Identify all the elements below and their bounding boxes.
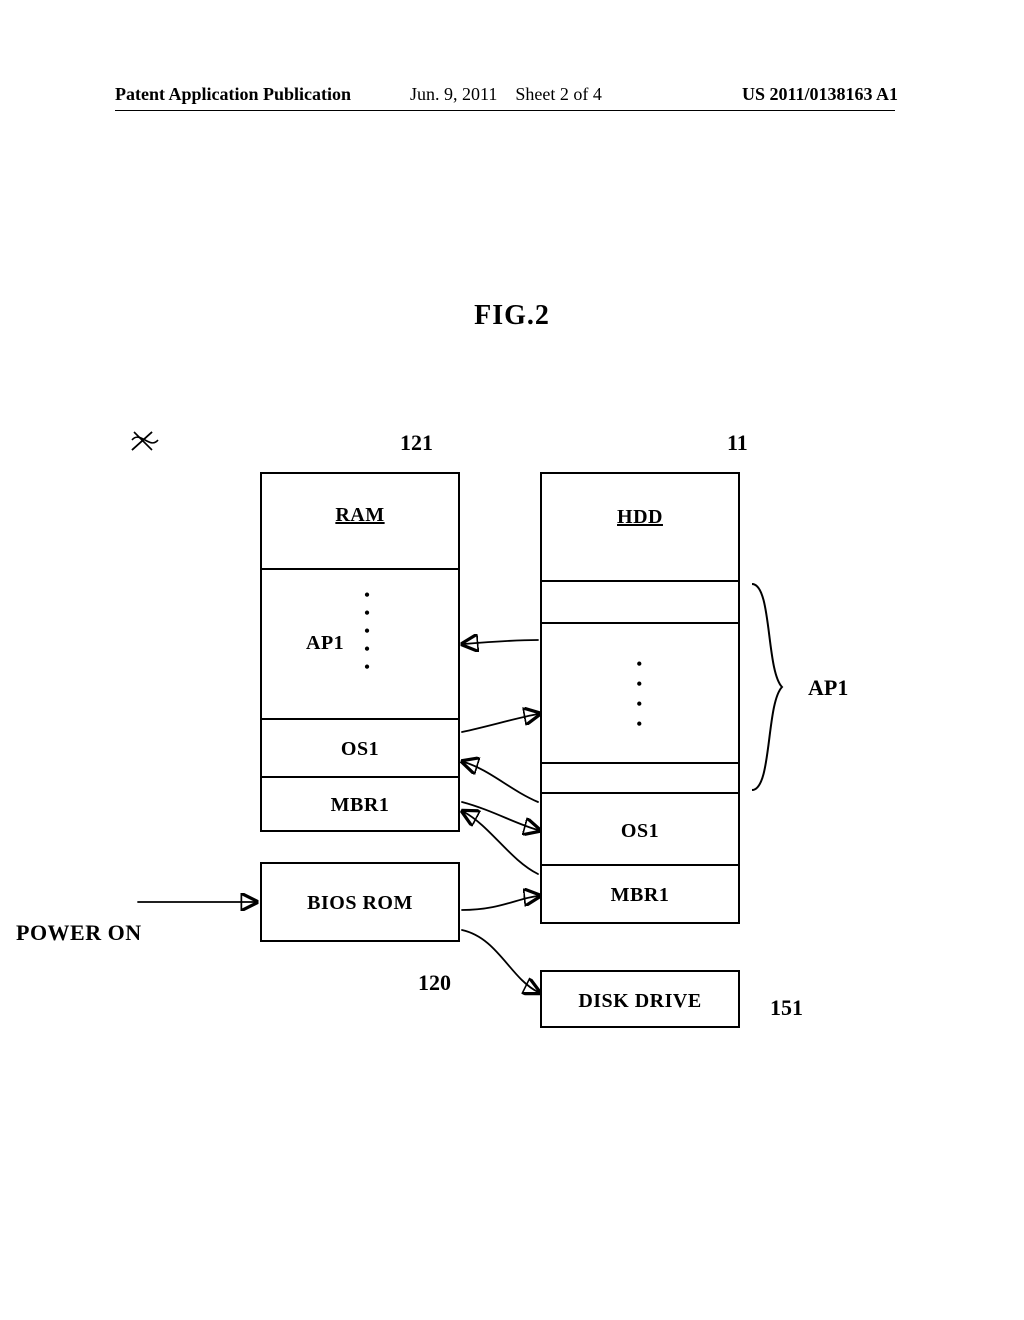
figure-title: FIG.2 xyxy=(0,300,1024,332)
page-header: Patent Application Publication Jun. 9, 2… xyxy=(0,84,1024,108)
header-center: Jun. 9, 2011 Sheet 2 of 4 xyxy=(410,84,602,105)
bios-rom-label: BIOS ROM xyxy=(262,892,458,915)
bios-rom-block: BIOS ROM xyxy=(260,862,460,942)
hdd-mbr1-block: MBR1 xyxy=(540,866,740,924)
disk-drive-label: DISK DRIVE xyxy=(542,990,738,1013)
ref-label-121: 121 xyxy=(400,430,433,456)
header-sheet: Sheet 2 of 4 xyxy=(515,84,601,104)
hdd-os1-block: OS1 xyxy=(540,794,740,866)
hdd-mbr1-label: MBR1 xyxy=(542,884,738,907)
ref-label-ap1: AP1 xyxy=(808,675,848,701)
header-rule xyxy=(115,110,895,111)
hdd-label: HDD xyxy=(542,506,738,529)
vertical-dots-icon: •••• xyxy=(636,654,642,734)
power-on-label: POWER ON xyxy=(16,920,142,946)
disk-drive-block: DISK DRIVE xyxy=(540,970,740,1028)
ram-label: RAM xyxy=(262,504,458,527)
hdd-block: HDD xyxy=(540,472,740,582)
ram-mbr1-label: MBR1 xyxy=(262,794,458,817)
header-left: Patent Application Publication xyxy=(115,84,351,105)
curly-brace-icon xyxy=(748,580,808,794)
ram-mbr1-block: MBR1 xyxy=(260,778,460,832)
ram-block: RAM xyxy=(260,472,460,570)
ref-label-151: 151 xyxy=(770,995,803,1021)
ram-os1-label: OS1 xyxy=(262,738,458,761)
header-pubnum: US 2011/0138163 A1 xyxy=(742,84,898,105)
vertical-dots-icon: ••••• xyxy=(364,586,370,676)
ref-label-11: 11 xyxy=(727,430,748,456)
ram-os1-block: OS1 xyxy=(260,720,460,778)
patent-page: Patent Application Publication Jun. 9, 2… xyxy=(0,0,1024,1320)
hdd-segment-3 xyxy=(540,764,740,794)
leader-tick-151 xyxy=(130,430,160,450)
ram-ap1-block: AP1 ••••• xyxy=(260,570,460,720)
header-date: Jun. 9, 2011 xyxy=(410,84,497,104)
figure-diagram: 121 11 120 151 AP1 POWER ON RAM AP1 ••••… xyxy=(130,430,910,1030)
ram-ap1-label: AP1 xyxy=(306,632,344,655)
hdd-segment-1 xyxy=(540,582,740,624)
hdd-os1-label: OS1 xyxy=(542,820,738,843)
ref-label-120: 120 xyxy=(418,970,451,996)
hdd-ap1-segment: •••• xyxy=(540,624,740,764)
